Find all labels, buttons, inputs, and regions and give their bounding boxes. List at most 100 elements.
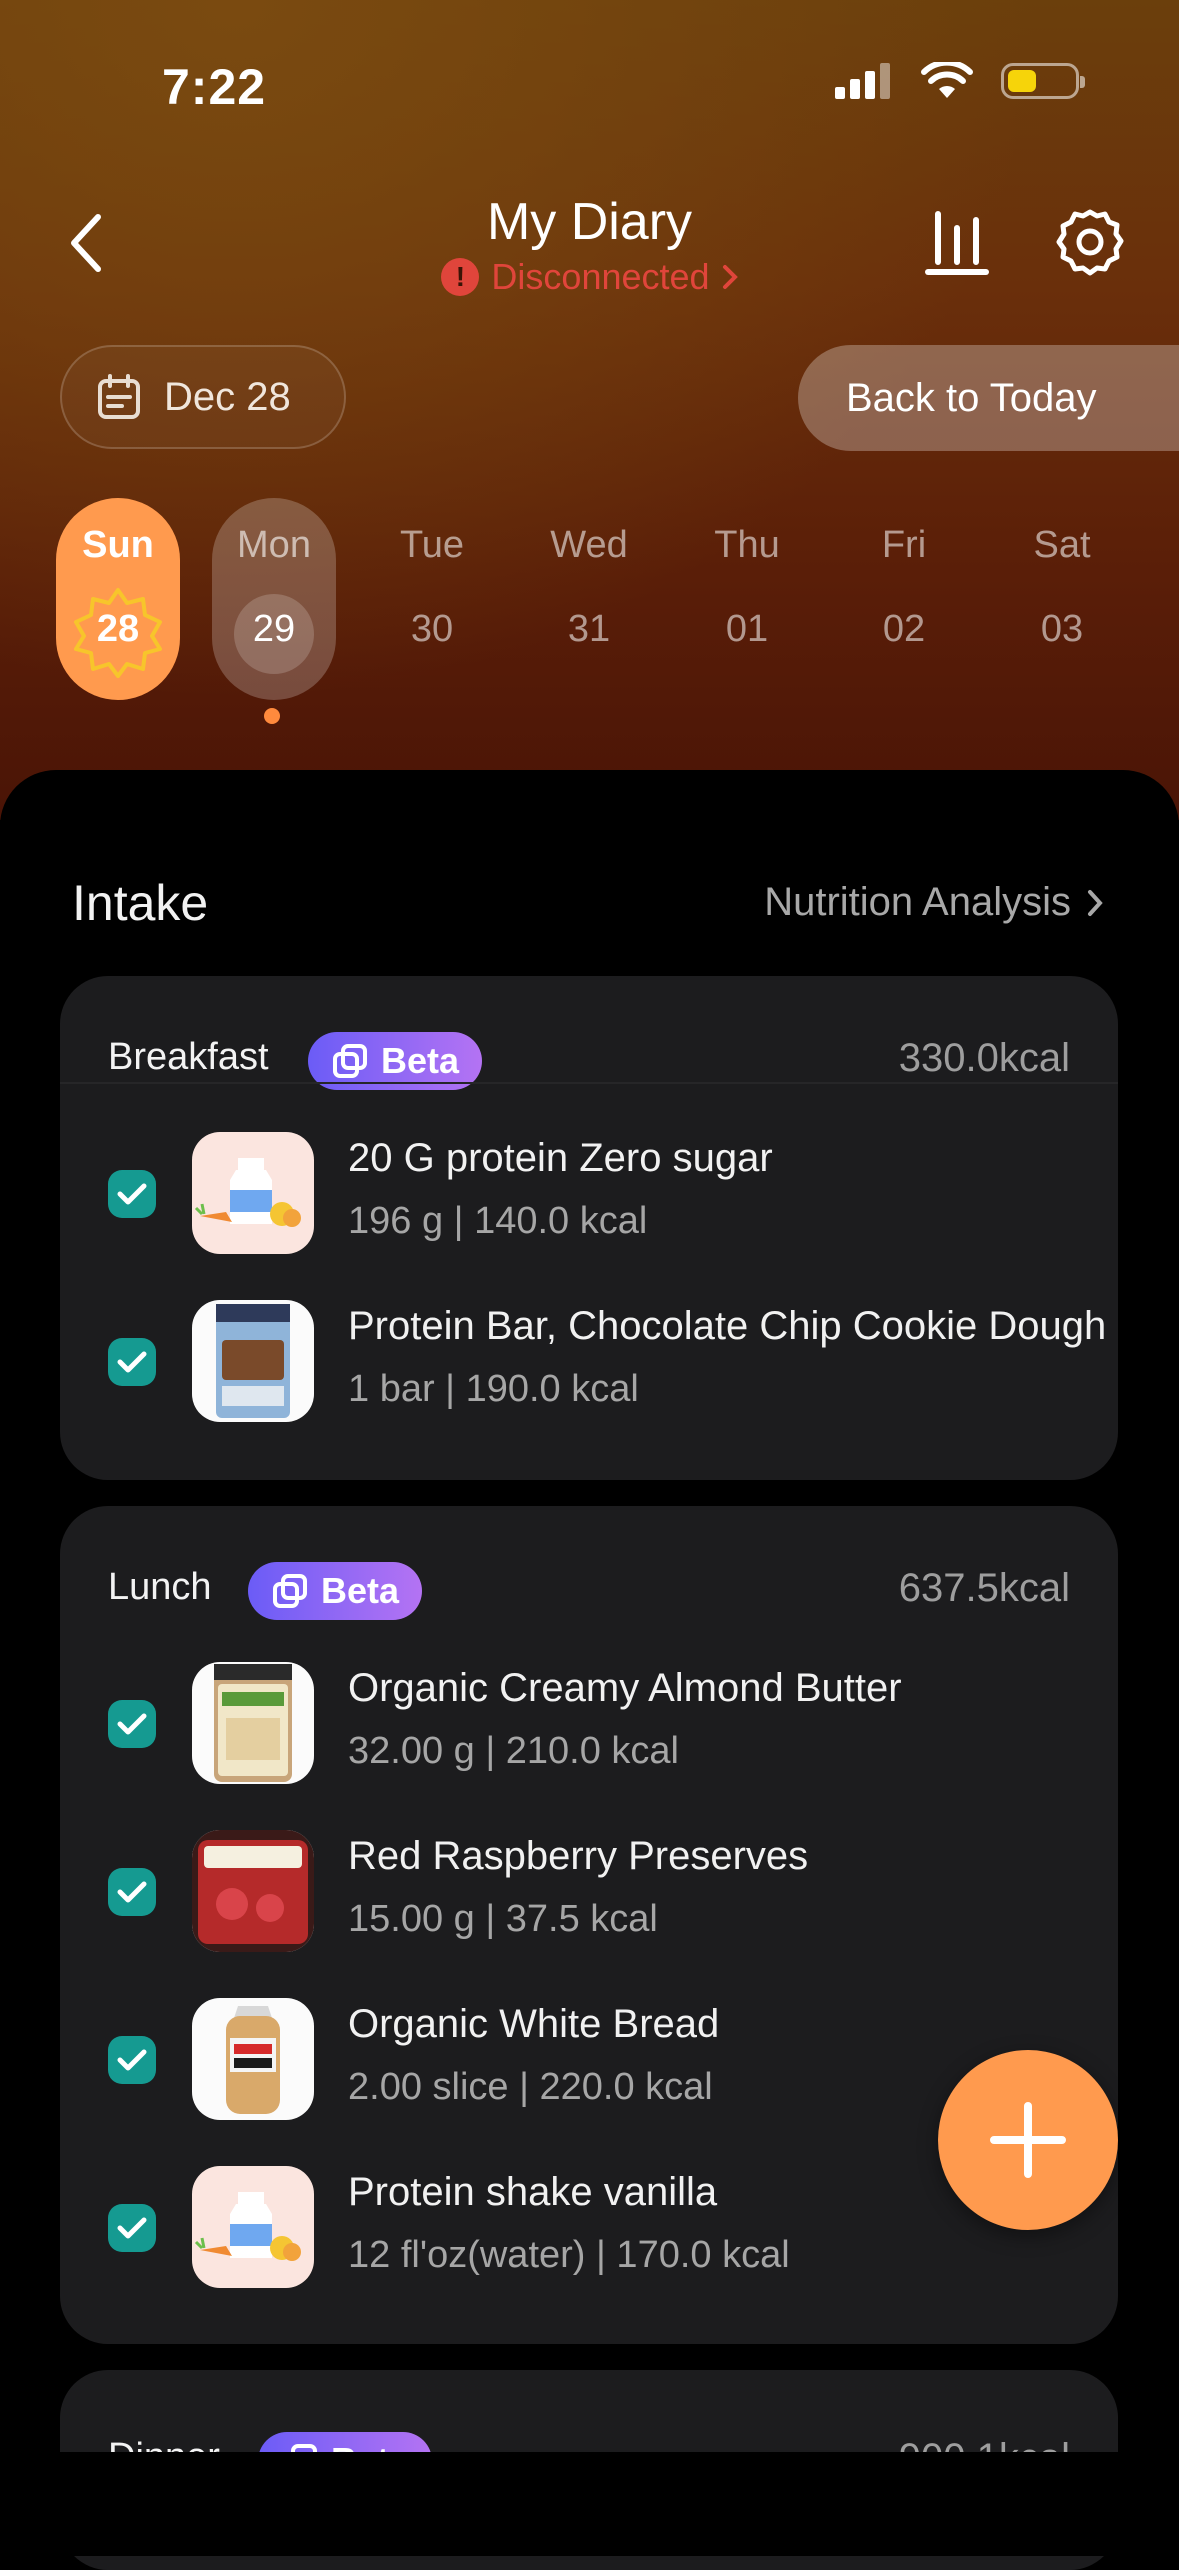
day-name: Fri	[881, 524, 927, 566]
meal-card-breakfast: Breakfast Beta 330.0kcal 20 G protein Ze…	[60, 976, 1118, 1480]
statistics-button[interactable]	[922, 206, 992, 278]
food-meta: 12 fl'oz(water) | 170.0 kcal	[348, 2234, 790, 2276]
connection-status[interactable]: ! Disconnected	[0, 256, 1179, 298]
logged-day-indicator	[264, 708, 280, 724]
preserves-jar-photo	[192, 1830, 314, 1952]
status-icons	[835, 62, 1085, 100]
checkbox-checked[interactable]	[108, 2204, 156, 2252]
day-name: Sun	[82, 524, 154, 566]
calendar-icon	[98, 374, 140, 419]
food-meta: 32.00 g | 210.0 kcal	[348, 1730, 679, 1772]
meal-kcal: 330.0kcal	[898, 1036, 1070, 1080]
food-thumbnail	[192, 1300, 314, 1422]
almond-butter-jar-photo	[214, 1664, 292, 1782]
meal-kcal: 637.5kcal	[898, 1566, 1070, 1610]
nutrition-analysis-label: Nutrition Analysis	[764, 880, 1071, 924]
copy-icon	[332, 1044, 367, 1078]
day-sun[interactable]: Sun 28	[56, 498, 180, 700]
beta-label: Beta	[380, 1040, 460, 1081]
meal-header: Lunch Beta 637.5kcal	[108, 1562, 1070, 1622]
food-thumbnail	[192, 2166, 314, 2288]
check-icon	[117, 1183, 147, 1205]
food-meta: 196 g | 140.0 kcal	[348, 1200, 648, 1242]
day-name: Tue	[399, 524, 465, 566]
food-meta: 15.00 g | 37.5 kcal	[348, 1898, 658, 1940]
day-thu[interactable]: Thu 01	[685, 498, 809, 700]
day-name: Thu	[714, 524, 780, 566]
check-icon	[117, 2217, 147, 2239]
checkbox-checked[interactable]	[108, 2036, 156, 2084]
food-thumbnail	[192, 1830, 314, 1952]
day-sat[interactable]: Sat 03	[1000, 498, 1124, 700]
chevron-right-icon	[722, 265, 738, 289]
meal-name: Lunch	[108, 1566, 212, 1608]
check-icon	[117, 2049, 147, 2071]
beta-label: Beta	[320, 1570, 400, 1611]
day-name: Wed	[550, 524, 628, 566]
food-thumbnail	[192, 1998, 314, 2120]
day-tue[interactable]: Tue 30	[370, 498, 494, 700]
food-name: 20 G protein Zero sugar	[348, 1136, 773, 1180]
settings-button[interactable]	[1054, 206, 1126, 278]
food-item[interactable]: 20 G protein Zero sugar 196 g | 140.0 kc…	[108, 1132, 1118, 1262]
beta-badge[interactable]: Beta	[248, 1562, 422, 1620]
day-date: 31	[567, 608, 611, 650]
food-name: Red Raspberry Preserves	[348, 1834, 809, 1878]
check-icon	[117, 1713, 147, 1735]
checkbox-checked[interactable]	[108, 1338, 156, 1386]
food-meta: 2.00 slice | 220.0 kcal	[348, 2066, 713, 2108]
nutrition-analysis-link[interactable]: Nutrition Analysis	[764, 880, 1103, 925]
day-date: 01	[725, 608, 769, 650]
check-icon	[117, 1351, 147, 1373]
battery-icon	[1001, 63, 1085, 99]
day-name: Mon	[237, 524, 311, 566]
divider	[60, 1082, 1118, 1084]
intake-title: Intake	[72, 875, 209, 931]
day-mon[interactable]: Mon 29	[212, 498, 336, 700]
gear-icon	[1056, 209, 1124, 276]
food-meta: 1 bar | 190.0 kcal	[348, 1368, 639, 1410]
food-item[interactable]: Organic Creamy Almond Butter 32.00 g | 2…	[108, 1662, 1118, 1792]
date-picker-button[interactable]: Dec 28	[60, 345, 346, 449]
wifi-icon	[921, 62, 973, 98]
meal-card-lunch: Lunch Beta 637.5kcal Organic Creamy Almo…	[60, 1506, 1118, 2344]
add-food-button[interactable]	[938, 2050, 1118, 2230]
meal-name: Breakfast	[108, 1036, 269, 1078]
food-thumbnail	[192, 1132, 314, 1254]
food-name: Protein Bar, Chocolate Chip Cookie Dough	[348, 1304, 1107, 1348]
day-date: 28	[96, 608, 140, 650]
food-name: Organic White Bread	[348, 2002, 720, 2046]
day-date: 02	[882, 608, 926, 650]
day-wed[interactable]: Wed 31	[527, 498, 651, 700]
plus-icon	[990, 2102, 1066, 2178]
status-time: 7:22	[162, 59, 267, 115]
selected-day-badge: 28	[72, 586, 164, 678]
connection-status-label: Disconnected	[491, 256, 710, 297]
milk-carton-icon	[194, 1158, 301, 1227]
day-date: 29	[252, 608, 296, 650]
milk-carton-icon	[194, 2192, 301, 2261]
bread-loaf-photo	[226, 2006, 280, 2114]
signal-icon	[835, 63, 890, 99]
protein-bar-photo	[216, 1304, 290, 1418]
food-name: Organic Creamy Almond Butter	[348, 1666, 902, 1710]
checkbox-checked[interactable]	[108, 1700, 156, 1748]
alert-icon: !	[441, 258, 480, 296]
current-date-label: Dec 28	[164, 374, 291, 419]
day-fri[interactable]: Fri 02	[842, 498, 966, 700]
day-date: 03	[1040, 608, 1084, 650]
day-name: Sat	[1033, 524, 1091, 566]
food-item[interactable]: Protein Bar, Chocolate Chip Cookie Dough…	[108, 1300, 1118, 1430]
copy-icon	[272, 1574, 307, 1608]
bar-chart-icon	[925, 211, 989, 275]
checkbox-checked[interactable]	[108, 1170, 156, 1218]
food-name: Protein shake vanilla	[348, 2170, 718, 2214]
food-item[interactable]: Red Raspberry Preserves 15.00 g | 37.5 k…	[108, 1830, 1118, 1960]
check-icon	[117, 1881, 147, 1903]
chevron-right-icon	[1088, 889, 1103, 916]
week-strip: Sun 28 Mon 29 Tue 30 Wed 31 Thu 01 Fri 0…	[56, 498, 1126, 728]
day-date: 30	[410, 608, 454, 650]
back-to-today-button[interactable]: Back to Today	[798, 345, 1179, 451]
bottom-safe-area	[0, 2452, 1179, 2556]
checkbox-checked[interactable]	[108, 1868, 156, 1916]
